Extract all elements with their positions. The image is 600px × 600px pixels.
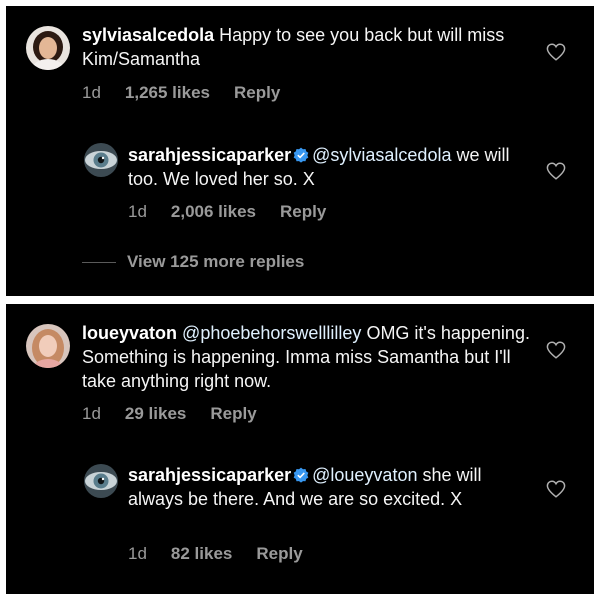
username[interactable]: sarahjessicaparker	[128, 465, 291, 485]
timestamp: 1d	[128, 202, 147, 221]
username[interactable]: sarahjessicaparker	[128, 145, 291, 165]
mention-link[interactable]: @sylviasalcedola	[312, 145, 451, 165]
username[interactable]: loueyvaton	[82, 323, 177, 343]
reply-meta: 1d 82 likes Reply	[128, 544, 303, 564]
avatar-loueyvaton[interactable]	[26, 324, 70, 368]
likes-count[interactable]: 2,006 likes	[171, 202, 256, 222]
username[interactable]: sylviasalcedola	[82, 25, 214, 45]
mention-link[interactable]: @loueyvaton	[312, 465, 417, 485]
view-more-replies-button[interactable]: View 125 more replies	[127, 252, 304, 272]
heart-icon[interactable]	[546, 162, 566, 180]
comment-thread-1: sylviasalcedola Happy to see you back bu…	[6, 6, 594, 296]
timestamp: 1d	[82, 404, 101, 423]
comment-thread-2: loueyvaton @phoebehorswelllilley OMG it'…	[6, 304, 594, 594]
avatar-sarahjessicaparker[interactable]	[84, 143, 118, 177]
reply-button[interactable]: Reply	[234, 83, 280, 103]
reply-button[interactable]: Reply	[210, 404, 256, 424]
comment-text: sylviasalcedola Happy to see you back bu…	[82, 23, 522, 71]
comment-meta: 1d 29 likes Reply	[82, 404, 257, 424]
likes-count[interactable]: 1,265 likes	[125, 83, 210, 103]
avatar-sarahjessicaparker[interactable]	[84, 464, 118, 498]
mention-link[interactable]: @phoebehorswelllilley	[182, 323, 361, 343]
timestamp: 1d	[82, 83, 101, 102]
likes-count[interactable]: 29 likes	[125, 404, 186, 424]
comment-text: loueyvaton @phoebehorswelllilley OMG it'…	[82, 321, 542, 393]
verified-badge-icon	[293, 147, 309, 163]
avatar-sylviasalcedola[interactable]	[26, 26, 70, 70]
heart-icon[interactable]	[546, 341, 566, 359]
reply-button[interactable]: Reply	[280, 202, 326, 222]
heart-icon[interactable]	[546, 43, 566, 61]
reply-button[interactable]: Reply	[256, 544, 302, 564]
likes-count[interactable]: 82 likes	[171, 544, 232, 564]
reply-meta: 1d 2,006 likes Reply	[128, 202, 326, 222]
view-replies-line	[82, 262, 116, 263]
heart-icon[interactable]	[546, 480, 566, 498]
reply-text: sarahjessicaparker @sylviasalcedola we wi…	[128, 143, 528, 191]
verified-badge-icon	[293, 467, 309, 483]
comment-meta: 1d 1,265 likes Reply	[82, 83, 280, 103]
timestamp: 1d	[128, 544, 147, 563]
reply-text: sarahjessicaparker @loueyvaton she will a…	[128, 463, 518, 511]
